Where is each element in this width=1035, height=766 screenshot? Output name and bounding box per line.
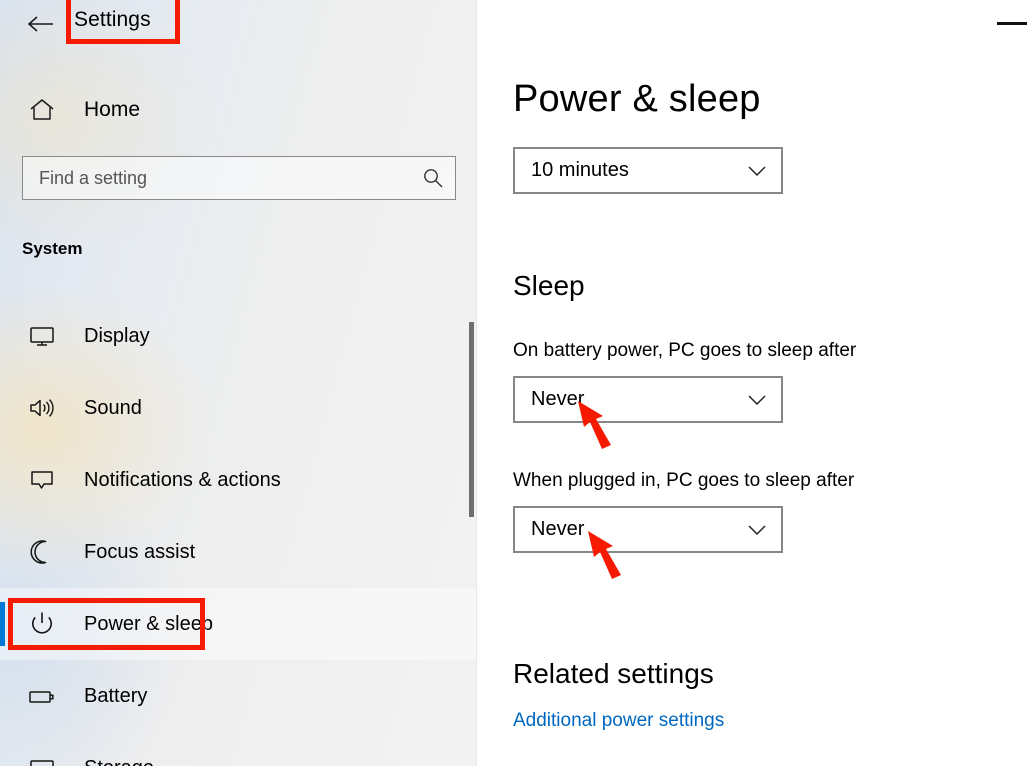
battery-icon (20, 685, 64, 707)
sidebar-item-home-label: Home (84, 98, 141, 121)
chat-bubble-icon (20, 468, 64, 492)
sidebar-item-label: Focus assist (84, 540, 196, 563)
disk-icon (20, 756, 64, 766)
sidebar-item-storage[interactable]: Storage (0, 732, 477, 766)
minimize-button[interactable] (997, 22, 1027, 25)
selection-indicator (0, 602, 5, 646)
main-content: Power & sleep 10 minutes Sleep On batter… (477, 0, 1035, 766)
settings-window: Settings Home System (0, 0, 1035, 766)
search-icon[interactable] (411, 167, 455, 189)
sidebar-section-header: System (22, 239, 83, 258)
plugged-sleep-label: When plugged in, PC goes to sleep after (513, 470, 855, 491)
plugged-sleep-dropdown[interactable]: Never (513, 506, 783, 553)
sidebar-item-label: Notifications & actions (84, 468, 281, 491)
screen-timeout-value: 10 minutes (531, 159, 629, 181)
additional-power-settings-link[interactable]: Additional power settings (513, 710, 724, 732)
app-title: Settings (74, 8, 151, 31)
sidebar-item-power-sleep[interactable]: Power & sleep (0, 588, 477, 660)
sidebar-scrollbar-thumb[interactable] (469, 322, 474, 517)
page-title: Power & sleep (513, 78, 761, 120)
sidebar-item-home[interactable]: Home (20, 88, 450, 132)
sidebar-item-label: Sound (84, 396, 142, 419)
search-input[interactable] (23, 167, 411, 189)
sidebar-item-label: Battery (84, 684, 148, 707)
plugged-sleep-value: Never (531, 518, 585, 540)
sidebar-item-label: Display (84, 324, 150, 347)
sleep-section-heading: Sleep (513, 270, 585, 301)
sidebar-item-label: Storage (84, 757, 154, 766)
sidebar-item-notifications[interactable]: Notifications & actions (0, 444, 477, 516)
sidebar-item-label: Power & sleep (84, 612, 213, 635)
sidebar-item-display[interactable]: Display (0, 300, 477, 372)
sidebar-item-battery[interactable]: Battery (0, 660, 477, 732)
search-box[interactable] (22, 156, 456, 200)
battery-sleep-dropdown[interactable]: Never (513, 376, 783, 423)
chevron-down-icon (733, 394, 781, 406)
chevron-down-icon (733, 524, 781, 536)
home-icon (20, 98, 64, 122)
chevron-down-icon (733, 165, 781, 177)
speaker-icon (20, 396, 64, 420)
sidebar-nav-list: Display Sound Notifications & actions Fo… (0, 300, 477, 766)
screen-timeout-dropdown[interactable]: 10 minutes (513, 147, 783, 194)
battery-sleep-label: On battery power, PC goes to sleep after (513, 340, 857, 361)
sidebar-item-sound[interactable]: Sound (0, 372, 477, 444)
related-settings-heading: Related settings (513, 658, 714, 689)
sidebar: Settings Home System (0, 0, 477, 766)
back-button[interactable] (22, 8, 58, 40)
back-arrow-icon (27, 16, 53, 32)
sidebar-item-focus-assist[interactable]: Focus assist (0, 516, 477, 588)
battery-sleep-value: Never (531, 388, 585, 410)
moon-icon (20, 539, 64, 565)
power-icon (20, 611, 64, 637)
monitor-icon (20, 324, 64, 348)
